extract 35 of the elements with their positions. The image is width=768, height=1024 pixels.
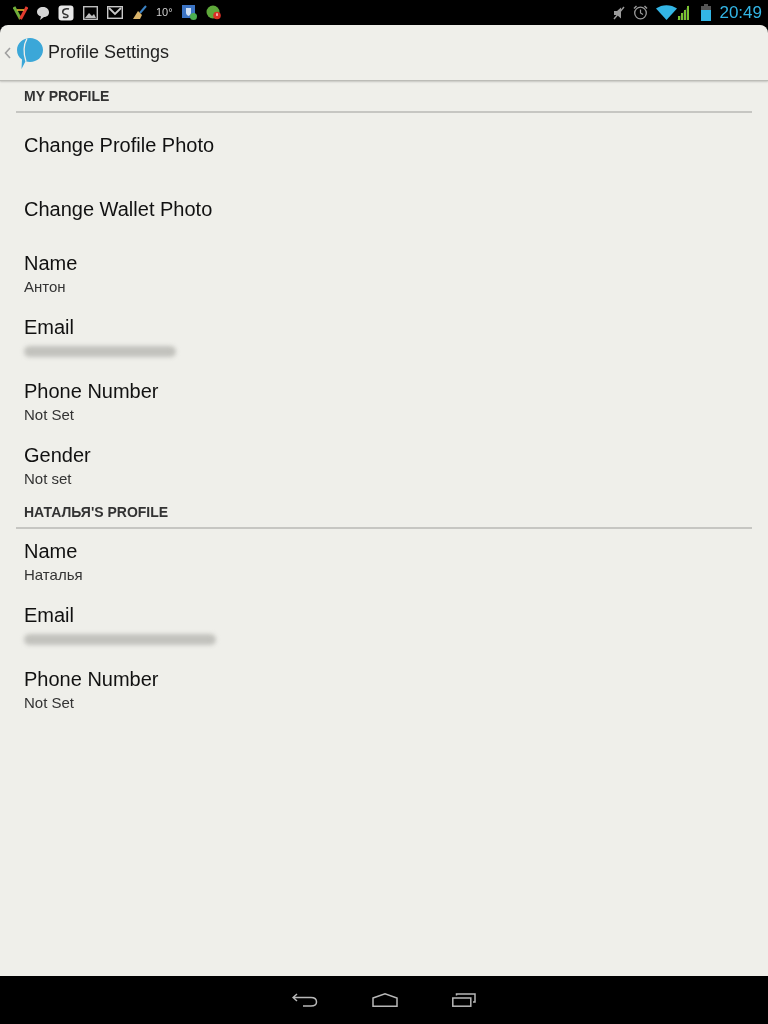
home-icon[interactable] [372, 993, 398, 1007]
screen-title: Profile Settings [48, 41, 170, 64]
setting-value: Not Set [24, 405, 75, 425]
mail-icon [107, 6, 123, 19]
speech-bubble-icon [37, 5, 49, 20]
recents-icon[interactable] [452, 993, 476, 1007]
setting-title[interactable]: Name [24, 251, 78, 275]
setting-value: Not set [24, 469, 72, 489]
back-icon[interactable] [292, 993, 318, 1007]
square-app-icon [58, 4, 74, 21]
shield-icon [181, 5, 197, 20]
broom-icon [132, 5, 147, 20]
setting-title[interactable]: Phone Number [24, 667, 159, 691]
alarm-icon [633, 5, 649, 20]
setting-value: Not Set [24, 693, 75, 713]
setting-title[interactable]: Name [24, 539, 78, 563]
v-logo-icon [13, 5, 28, 20]
battery-icon [701, 4, 712, 21]
setting-title[interactable]: Email [24, 315, 74, 339]
clock-text: 20:49 [719, 4, 762, 21]
section-header: НАТАЛЬЯ'S PROFILE [24, 502, 169, 522]
setting-title[interactable]: Email [24, 603, 74, 627]
setting-value: Наталья [24, 565, 83, 585]
setting-action[interactable]: Change Wallet Photo [24, 197, 213, 221]
setting-title[interactable]: Phone Number [24, 379, 159, 403]
wifi-icon [656, 5, 678, 20]
setting-value: Антон [24, 277, 66, 297]
image-icon [83, 5, 98, 20]
signal-icon [677, 5, 690, 20]
app-badge-icon [205, 5, 221, 20]
setting-title[interactable]: Gender [24, 443, 91, 467]
temperature-text: 10° [156, 7, 173, 18]
mute-icon [613, 5, 626, 20]
setting-action[interactable]: Change Profile Photo [24, 133, 215, 157]
section-header: MY PROFILE [24, 86, 110, 106]
